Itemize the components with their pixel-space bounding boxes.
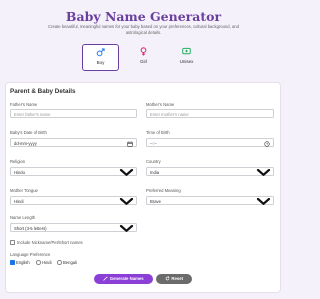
unisex-symbol-icon — [182, 47, 191, 55]
chevron-down-icon — [256, 198, 271, 205]
section-title: Parent & Baby Details — [10, 88, 76, 95]
preferred-meaning-label: Preferred Meaning — [146, 188, 181, 193]
tob-label: Time of Birth — [146, 130, 170, 135]
chevron-down-icon — [119, 225, 134, 232]
chevron-down-icon — [256, 169, 271, 176]
clock-icon[interactable] — [264, 140, 270, 147]
language-label: Language Preference — [10, 252, 51, 257]
name-length-value: Short (3-5 letters) — [14, 225, 47, 231]
dob-label: Baby's Date of Birth — [10, 130, 47, 135]
female-symbol-icon — [140, 47, 147, 56]
reset-label: Reset — [171, 276, 184, 281]
religion-select[interactable]: Hindu — [10, 167, 137, 176]
language-option-label: Hindi — [42, 260, 52, 265]
country-select[interactable]: India — [146, 167, 274, 176]
fathers-name-input[interactable]: Enter father's name — [10, 109, 137, 118]
gender-option-label: Unisex — [179, 59, 194, 64]
gender-option-boy[interactable]: Boy — [82, 44, 119, 71]
mothers-name-placeholder: Enter mother's name — [150, 111, 189, 117]
calendar-icon[interactable] — [127, 141, 133, 147]
chevron-down-icon — [119, 169, 134, 176]
mothers-name-label: Mother's Name — [146, 102, 175, 107]
tob-value: --:-- — [150, 140, 157, 146]
mother-tongue-select[interactable]: Hindi — [10, 196, 137, 205]
country-label: Country — [146, 159, 161, 164]
fathers-name-label: Father's Name — [10, 102, 38, 107]
mothers-name-input[interactable]: Enter mother's name — [146, 109, 274, 118]
gender-selector: Boy Girl Unisex — [82, 44, 205, 71]
language-option-label: English — [16, 260, 30, 265]
generate-names-label: Generate Names — [109, 276, 144, 281]
nickname-checkbox[interactable] — [10, 240, 15, 245]
gender-option-unisex[interactable]: Unisex — [168, 44, 205, 71]
page-title: Baby Name Generator — [65, 9, 222, 24]
reset-button[interactable]: Reset — [156, 274, 192, 284]
gender-option-girl[interactable]: Girl — [125, 44, 162, 71]
male-symbol-icon — [96, 48, 105, 57]
country-value: India — [150, 169, 160, 175]
gender-option-label: Boy — [96, 60, 105, 65]
gender-option-label: Girl — [140, 59, 147, 64]
page-subtitle: Create beautiful, meaningful names for y… — [48, 24, 239, 35]
preferred-meaning-value: Brave — [150, 198, 161, 204]
name-length-select[interactable]: Short (3-5 letters) — [10, 223, 137, 232]
magic-wand-icon — [103, 275, 109, 281]
fathers-name-placeholder: Enter father's name — [14, 111, 51, 117]
preferred-meaning-select[interactable]: Brave — [146, 196, 274, 205]
tob-input[interactable]: --:-- — [146, 138, 274, 147]
refresh-icon — [165, 275, 170, 280]
radio-icon[interactable] — [36, 260, 41, 265]
chevron-down-icon — [119, 198, 134, 205]
dob-value: dd-mm-yyyy — [14, 140, 37, 146]
religion-label: Religion — [10, 159, 26, 164]
checkbox-checked-icon[interactable] — [10, 260, 15, 265]
mother-tongue-value: Hindi — [14, 198, 24, 204]
nickname-checkbox-label: Include Nickname/Pet/Short names — [17, 240, 83, 245]
language-option-label: Bengali — [63, 260, 77, 265]
radio-icon[interactable] — [57, 260, 62, 265]
dob-input[interactable]: dd-mm-yyyy — [10, 138, 137, 147]
details-form: Parent & Baby Details Father's Name Ente… — [5, 82, 281, 293]
mother-tongue-label: Mother Tongue — [10, 188, 38, 193]
religion-value: Hindu — [14, 169, 25, 175]
generate-names-button[interactable]: Generate Names — [94, 274, 153, 284]
name-length-label: Name Length — [10, 215, 36, 220]
